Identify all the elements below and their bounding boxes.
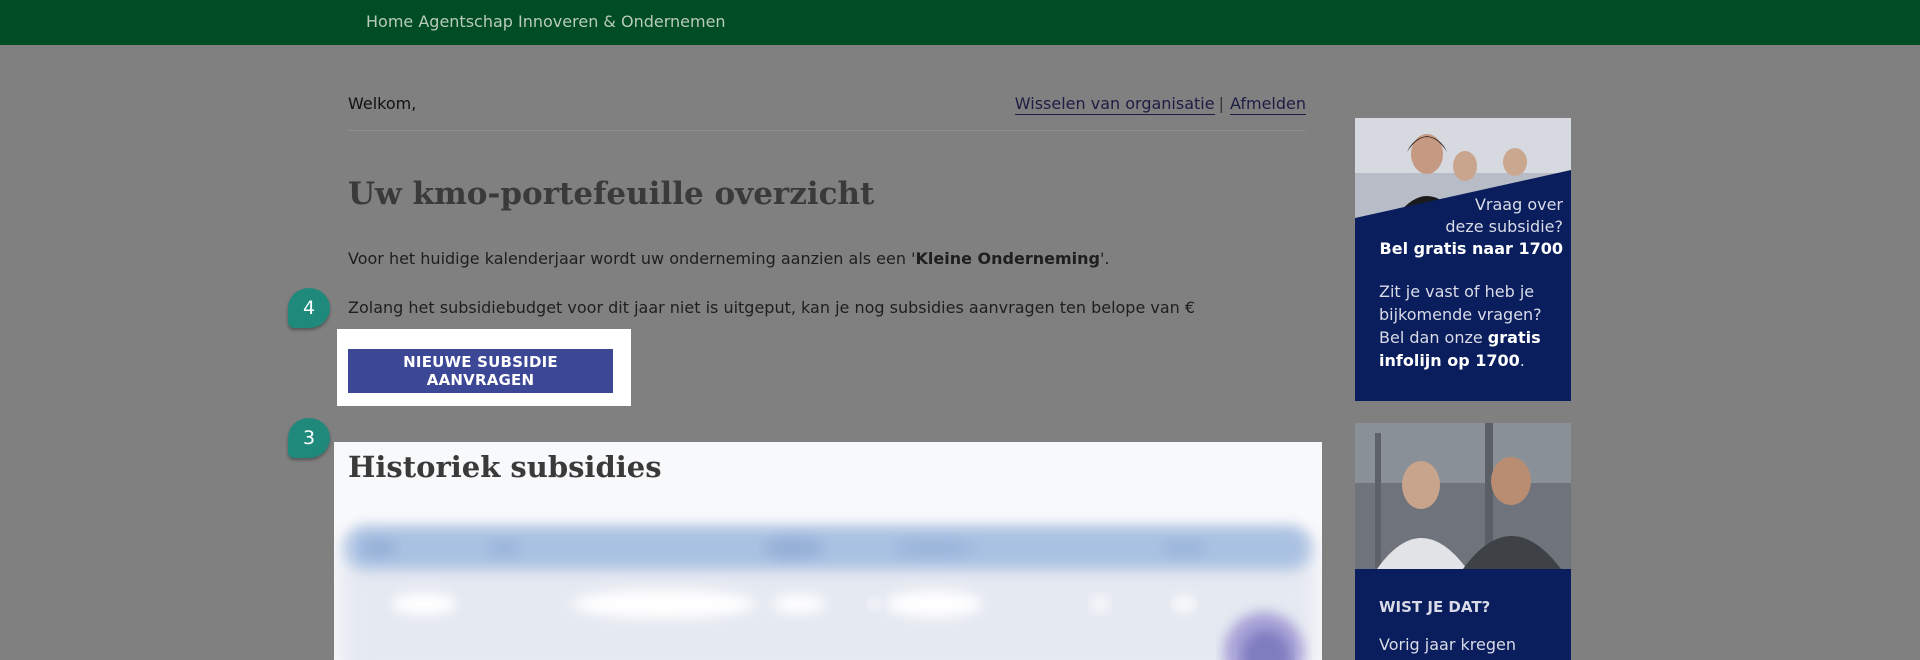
home-link[interactable]: Home Agentschap Innoveren & Ondernemen: [366, 12, 726, 31]
phone-help-ad[interactable]: Vraag over deze subsidie? Bel gratis naa…: [1355, 118, 1571, 401]
link-separator: |: [1218, 94, 1224, 113]
ad1-q-line1: Vraag over: [1474, 195, 1563, 214]
account-links: Wisselen van organisatie | Afmelden: [1014, 94, 1306, 115]
blur-white: [392, 593, 456, 615]
budget-text: Zolang het subsidiebudget voor dit jaar …: [348, 298, 1196, 317]
company-size-suffix: '.: [1099, 249, 1110, 268]
ad1-question: Vraag over deze subsidie? Bel gratis naa…: [1380, 194, 1563, 260]
company-size-value: Kleine Onderneming: [915, 249, 1100, 268]
page-title: Uw kmo-portefeuille overzicht: [348, 176, 875, 212]
blur-spot: [894, 540, 974, 556]
blur-white: [1172, 597, 1196, 611]
ad1-b-line3-prefix: Bel dan onze: [1379, 328, 1488, 347]
ad1-b-line4-bold: infolijn op 1700: [1379, 351, 1520, 370]
ad1-b-line3-bold: gratis: [1487, 328, 1541, 347]
ad1-b-line1: Zit je vast of heb je: [1379, 282, 1535, 301]
did-you-know-ad[interactable]: WIST JE DAT? Vorig jaar kregen: [1355, 423, 1571, 660]
blur-spot: [764, 538, 824, 558]
blur-white: [868, 599, 880, 609]
ad1-body: Zit je vast of heb je bijkomende vragen?…: [1379, 280, 1559, 372]
blur-white: [572, 590, 756, 618]
blur-white: [773, 595, 825, 613]
ad1-q-line2: deze subsidie?: [1445, 217, 1563, 236]
history-title: Historiek subsidies: [348, 450, 662, 484]
ad2-heading: WIST JE DAT?: [1379, 598, 1491, 616]
blur-spot: [488, 541, 520, 555]
step-badge-3: 3: [288, 418, 330, 458]
logout-link[interactable]: Afmelden: [1229, 94, 1306, 115]
ad1-b-line4-suffix: .: [1519, 351, 1525, 370]
welcome-text: Welkom,: [348, 94, 417, 113]
blur-white: [886, 591, 982, 617]
blur-white: [1090, 598, 1110, 610]
ad1-q-line3: Bel gratis naar 1700: [1379, 239, 1563, 258]
two-men-photo: [1355, 423, 1571, 569]
ad2-text: Vorig jaar kregen: [1379, 635, 1516, 654]
new-subsidy-button[interactable]: NIEUWE SUBSIDIE AANVRAGEN: [348, 349, 613, 393]
blur-spot: [1162, 541, 1206, 555]
top-navigation-bar: Home Agentschap Innoveren & Ondernemen: [0, 0, 1920, 45]
history-heatmap-blur: [340, 524, 1316, 660]
blur-spot: [361, 540, 397, 556]
company-size-prefix: Voor het huidige kalenderjaar wordt uw o…: [348, 249, 916, 268]
welcome-row: Welkom, Wisselen van organisatie | Afmelde…: [348, 94, 1306, 131]
subsidy-history-panel: Historiek subsidies: [334, 442, 1322, 660]
switch-organisation-link[interactable]: Wisselen van organisatie: [1014, 94, 1215, 115]
ad1-b-line2: bijkomende vragen?: [1379, 305, 1542, 324]
step-badge-4: 4: [288, 288, 330, 328]
company-size-text: Voor het huidige kalenderjaar wordt uw o…: [348, 249, 1109, 268]
